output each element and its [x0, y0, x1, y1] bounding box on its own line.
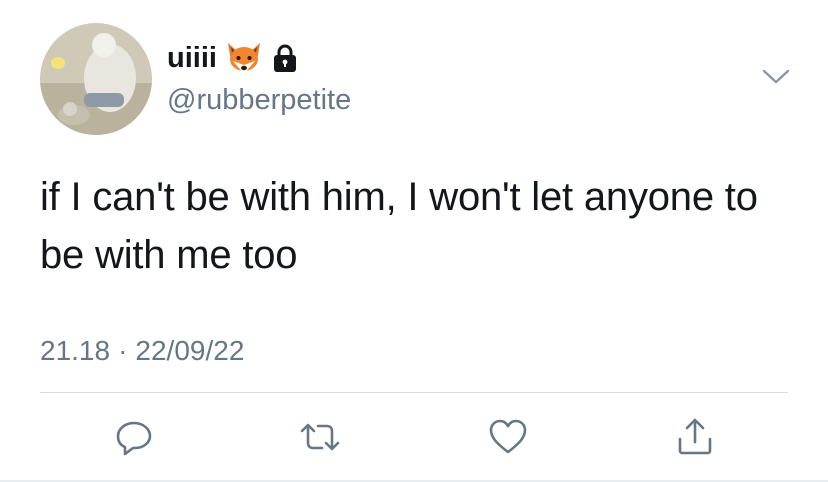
reply-icon[interactable] — [112, 415, 156, 459]
like-icon[interactable] — [486, 415, 530, 459]
tweet-date: 22/09/22 — [135, 335, 245, 366]
tweet-card: uiiii @rubberpetite if I can't be with h… — [0, 0, 828, 482]
divider — [40, 392, 788, 393]
avatar[interactable] — [40, 23, 152, 135]
author-name-row: uiiii — [167, 40, 299, 76]
retweet-icon[interactable] — [298, 415, 342, 459]
share-icon[interactable] — [673, 415, 717, 459]
username-handle[interactable]: @rubberpetite — [167, 83, 351, 117]
chevron-down-icon[interactable] — [758, 62, 794, 90]
fox-face-icon — [227, 43, 260, 74]
tweet-time: 21.18 — [40, 335, 111, 366]
avatar-photo — [40, 23, 152, 135]
meta-separator: · — [118, 335, 128, 366]
lock-icon — [273, 44, 296, 72]
tweet-text: if I can't be with him, I won't let anyo… — [40, 175, 758, 277]
display-name[interactable]: uiiii — [167, 40, 217, 76]
tweet-timestamp[interactable]: 21.18 · 22/09/22 — [40, 334, 244, 368]
